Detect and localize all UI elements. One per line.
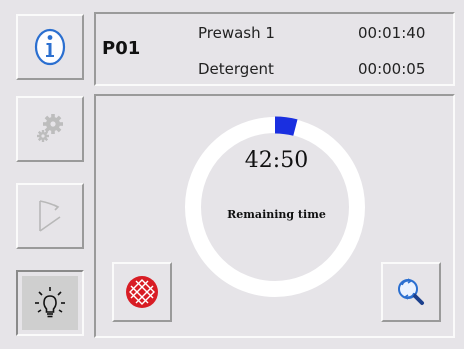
progress-ring-fill <box>274 116 298 136</box>
dosing-icon <box>39 200 61 232</box>
search-button[interactable] <box>381 262 441 322</box>
remaining-time-value: 42:50 <box>244 148 309 173</box>
stop-icon <box>126 276 158 308</box>
remaining-time-label: Remaining time <box>227 208 326 221</box>
light-button[interactable] <box>16 270 84 336</box>
search-refresh-icon <box>398 278 424 305</box>
step-name-1: Prewash 1 <box>198 24 275 42</box>
timer-panel: 42:50 Remaining time <box>94 94 455 338</box>
info-icon <box>34 28 66 66</box>
gears-icon <box>37 114 63 142</box>
app-window: P01 Prewash 1 00:01:40 Detergent 00:00:0… <box>0 0 464 349</box>
step-time-1: 00:01:40 <box>358 24 426 42</box>
settings-button[interactable] <box>16 96 84 162</box>
info-button[interactable] <box>16 14 84 80</box>
stop-button[interactable] <box>112 262 172 322</box>
step-time-2: 00:00:05 <box>358 60 426 78</box>
light-bulb-icon <box>35 287 65 318</box>
program-code: P01 <box>102 38 141 59</box>
step-name-2: Detergent <box>198 60 274 78</box>
progress-ring <box>182 114 368 300</box>
dosing-button[interactable] <box>16 183 84 249</box>
program-header: P01 Prewash 1 00:01:40 Detergent 00:00:0… <box>94 12 455 86</box>
